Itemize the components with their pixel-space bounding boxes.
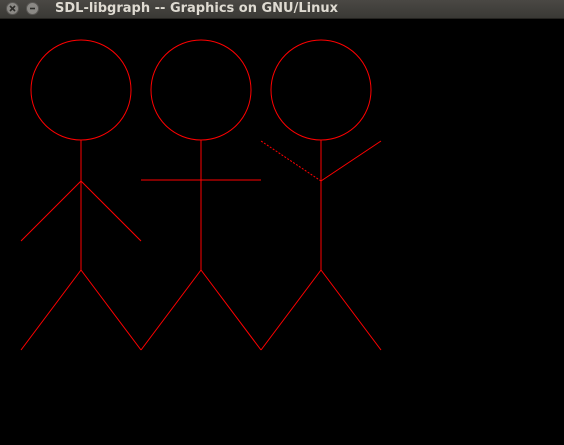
drawing-surface bbox=[20, 39, 382, 351]
close-button[interactable] bbox=[6, 2, 19, 15]
figure-left-arm bbox=[260, 140, 322, 182]
stick-figure-right bbox=[260, 39, 382, 351]
graphics-canvas bbox=[0, 19, 564, 445]
figure-left-arm bbox=[20, 180, 82, 242]
figure-head bbox=[30, 39, 132, 141]
figure-right-leg bbox=[320, 269, 382, 351]
figure-right-arm bbox=[320, 140, 382, 182]
figure-left-leg bbox=[20, 269, 82, 351]
figure-head bbox=[150, 39, 252, 141]
figure-left-leg bbox=[140, 269, 202, 351]
close-icon bbox=[9, 5, 16, 12]
figure-right-leg bbox=[80, 269, 142, 351]
figure-left-leg bbox=[260, 269, 322, 351]
stick-figure-left bbox=[20, 39, 142, 351]
window-title: SDL-libgraph -- Graphics on GNU/Linux bbox=[55, 1, 338, 16]
figure-right-leg bbox=[200, 269, 262, 351]
title-bar[interactable]: SDL-libgraph -- Graphics on GNU/Linux bbox=[0, 0, 564, 19]
app-window: SDL-libgraph -- Graphics on GNU/Linux bbox=[0, 0, 564, 445]
stick-figure-middle bbox=[140, 39, 262, 351]
minimize-icon bbox=[30, 7, 35, 10]
figure-head bbox=[270, 39, 372, 141]
minimize-button[interactable] bbox=[26, 2, 39, 15]
figure-right-arm bbox=[80, 180, 142, 242]
